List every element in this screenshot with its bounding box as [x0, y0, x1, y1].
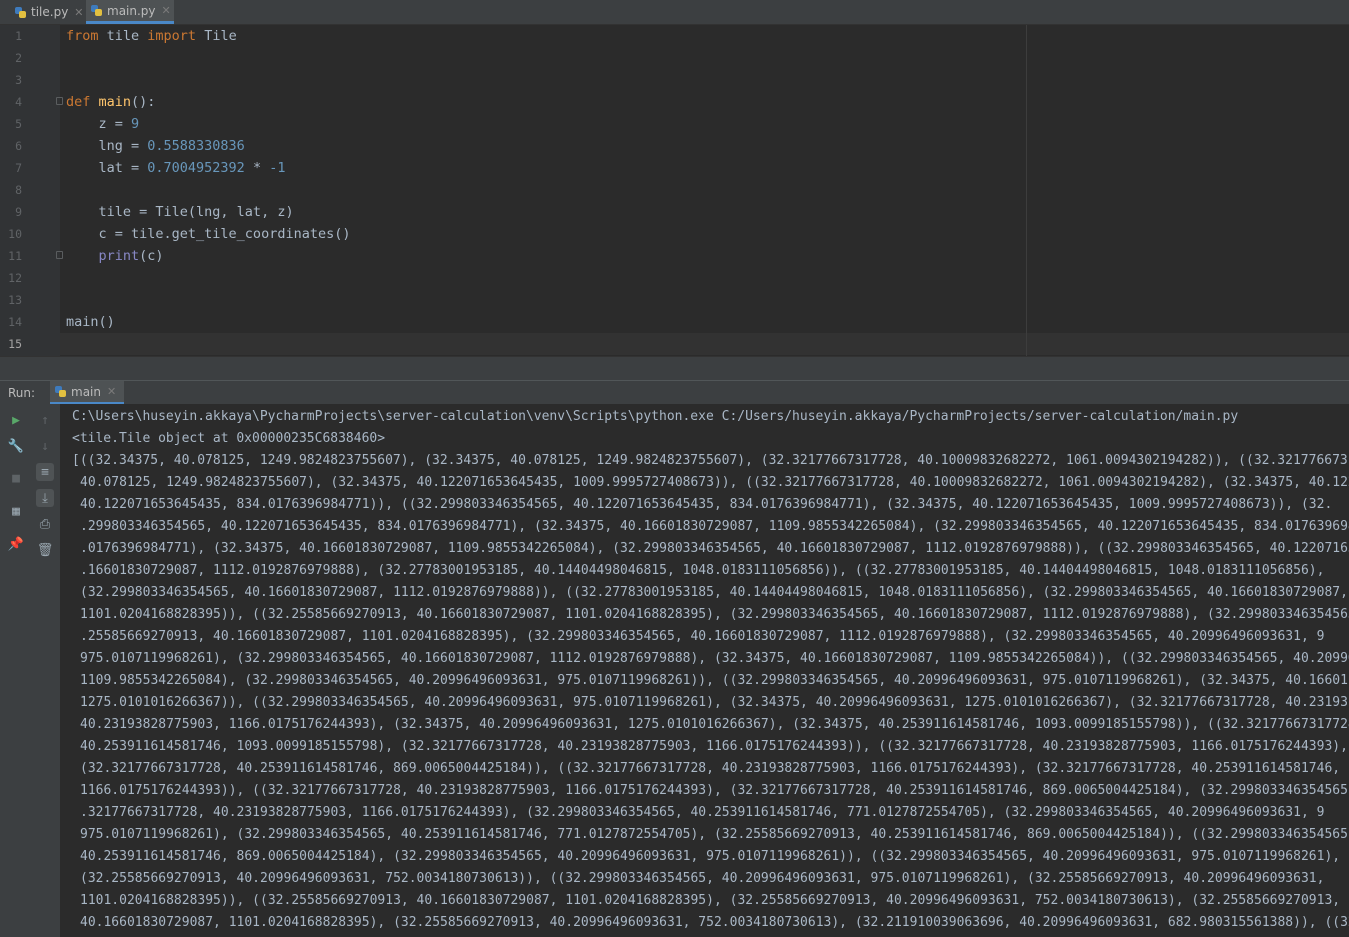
console-line: 1275.0101016266367)), ((32.2998033463545… [80, 695, 1348, 710]
tab-main-py[interactable]: main.py ✕ [86, 0, 174, 24]
code-line-10: c = tile.get_tile_coordinates() [66, 226, 351, 242]
console-line: 975.0107119968261), (32.299803346354565,… [80, 651, 1349, 666]
trash-icon[interactable]: 🗑 [36, 541, 54, 559]
console-line: 1109.9855342265084), (32.299803346354565… [80, 673, 1348, 688]
run-toolbar: ▶ ↑ 🔧 ↓ ≡ ■ ⤓ ▦ ⎙ 📌 🗑 [0, 404, 60, 937]
console-line: (32.25585669270913, 40.20996496093631, 7… [80, 871, 1325, 886]
console-line: <tile.Tile object at 0x00000235C6838460> [72, 431, 386, 446]
line-number-gutter: 1 2 3 4 5 6 7 8 9 10 11 12 13 14 15 [0, 25, 63, 356]
line-number: 11 [8, 249, 22, 263]
python-file-icon [90, 4, 103, 17]
print-icon[interactable]: ⎙ [36, 515, 54, 533]
console-line: (32.299803346354565, 40.16601830729087, … [80, 585, 1348, 600]
console-line: 40.23193828775903, 1166.0175176244393), … [80, 717, 1349, 732]
run-label: Run: [8, 386, 36, 400]
code-line-9: tile = Tile(lng, lat, z) [66, 204, 294, 220]
console-line: 40.122071653645435, 834.0176396984771)),… [80, 497, 1333, 512]
right-margin-guide [1026, 25, 1027, 356]
tab-label: tile.py [31, 5, 69, 19]
console-line: .16601830729087, 1112.0192876979888), (3… [80, 563, 1325, 578]
run-tab-main[interactable]: main ✕ [50, 381, 125, 405]
console-output[interactable]: C:\Users\huseyin.akkaya\PycharmProjects\… [60, 404, 1349, 937]
console-line: 40.253911614581746, 869.0065004425184), … [80, 849, 1341, 864]
line-number: 5 [15, 117, 22, 131]
panel-divider[interactable] [0, 356, 1349, 381]
console-line: 40.253911614581746, 1093.0099185155798),… [80, 739, 1348, 754]
console-line: .32177667317728, 40.23193828775903, 1166… [80, 805, 1325, 820]
code-line-14: main() [66, 314, 115, 330]
arrow-down-icon[interactable]: ↓ [36, 437, 54, 455]
console-line: 975.0107119968261), (32.299803346354565,… [80, 827, 1349, 842]
line-number: 2 [15, 51, 22, 65]
code-line-7: lat = 0.7004952392 * -1 [66, 160, 286, 176]
close-icon[interactable]: ✕ [162, 4, 171, 17]
line-number: 8 [15, 183, 22, 197]
scroll-to-end-icon[interactable]: ⤓ [36, 489, 54, 507]
code-line-11: print(c) [66, 248, 164, 264]
rerun-icon[interactable]: ▶ [7, 411, 25, 429]
line-number: 14 [8, 315, 22, 329]
pin-icon[interactable]: 📌 [7, 535, 25, 553]
console-line: C:\Users\huseyin.akkaya\PycharmProjects\… [72, 409, 1239, 424]
console-line: (32.32177667317728, 40.253911614581746, … [80, 761, 1341, 776]
current-line-highlight [60, 333, 1349, 355]
line-number: 9 [15, 205, 22, 219]
run-panel-header: Run: main ✕ [0, 380, 1349, 405]
python-file-icon [54, 385, 67, 398]
console-line: 1166.0175176244393)), ((32.3217766731772… [80, 783, 1349, 798]
layout-icon[interactable]: ▦ [7, 502, 25, 520]
console-line: 40.078125, 1249.9824823755607), (32.3437… [80, 475, 1349, 490]
close-icon[interactable]: ✕ [74, 6, 83, 19]
code-line-5: z = 9 [66, 116, 140, 132]
tab-label: main.py [107, 3, 156, 18]
code-line-1: from tile import Tile [66, 28, 237, 44]
console-line: .299803346354565, 40.122071653645435, 83… [80, 519, 1349, 534]
console-line: .25585669270913, 40.16601830729087, 1101… [80, 629, 1325, 644]
line-number: 3 [15, 73, 22, 87]
line-number: 7 [15, 161, 22, 175]
line-number: 13 [8, 293, 22, 307]
arrow-up-icon[interactable]: ↑ [36, 411, 54, 429]
python-file-icon [14, 6, 27, 19]
line-number: 1 [15, 29, 22, 43]
fold-marker-icon[interactable] [56, 97, 63, 105]
close-icon[interactable]: ✕ [107, 385, 116, 398]
line-number: 10 [8, 227, 22, 241]
stop-icon[interactable]: ■ [7, 469, 25, 487]
console-line: 1101.0204168828395)), ((32.2558566927091… [80, 607, 1349, 622]
line-number: 12 [8, 271, 22, 285]
code-line-4: def main(): [66, 94, 156, 110]
console-line: 40.16601830729087, 1101.0204168828395), … [80, 915, 1349, 930]
console-line: .0176396984771), (32.34375, 40.166018307… [80, 541, 1349, 556]
editor-tab-bar: tile.py ✕ main.py ✕ [0, 0, 1349, 25]
wrench-icon[interactable]: 🔧 [7, 437, 25, 455]
soft-wrap-icon[interactable]: ≡ [36, 463, 54, 481]
line-number: 6 [15, 139, 22, 153]
tab-tile-py[interactable]: tile.py ✕ [10, 0, 84, 24]
run-tab-label: main [71, 384, 101, 399]
console-line: 1101.0204168828395)), ((32.2558566927091… [80, 893, 1341, 908]
code-line-6: lng = 0.5588330836 [66, 138, 245, 154]
line-number: 4 [15, 95, 22, 109]
code-editor[interactable]: 1 2 3 4 5 6 7 8 9 10 11 12 13 14 15 from… [0, 25, 1349, 356]
line-number-current: 15 [8, 337, 22, 351]
fold-marker-icon[interactable] [56, 251, 63, 259]
console-line: [((32.34375, 40.078125, 1249.98248237556… [72, 453, 1349, 468]
